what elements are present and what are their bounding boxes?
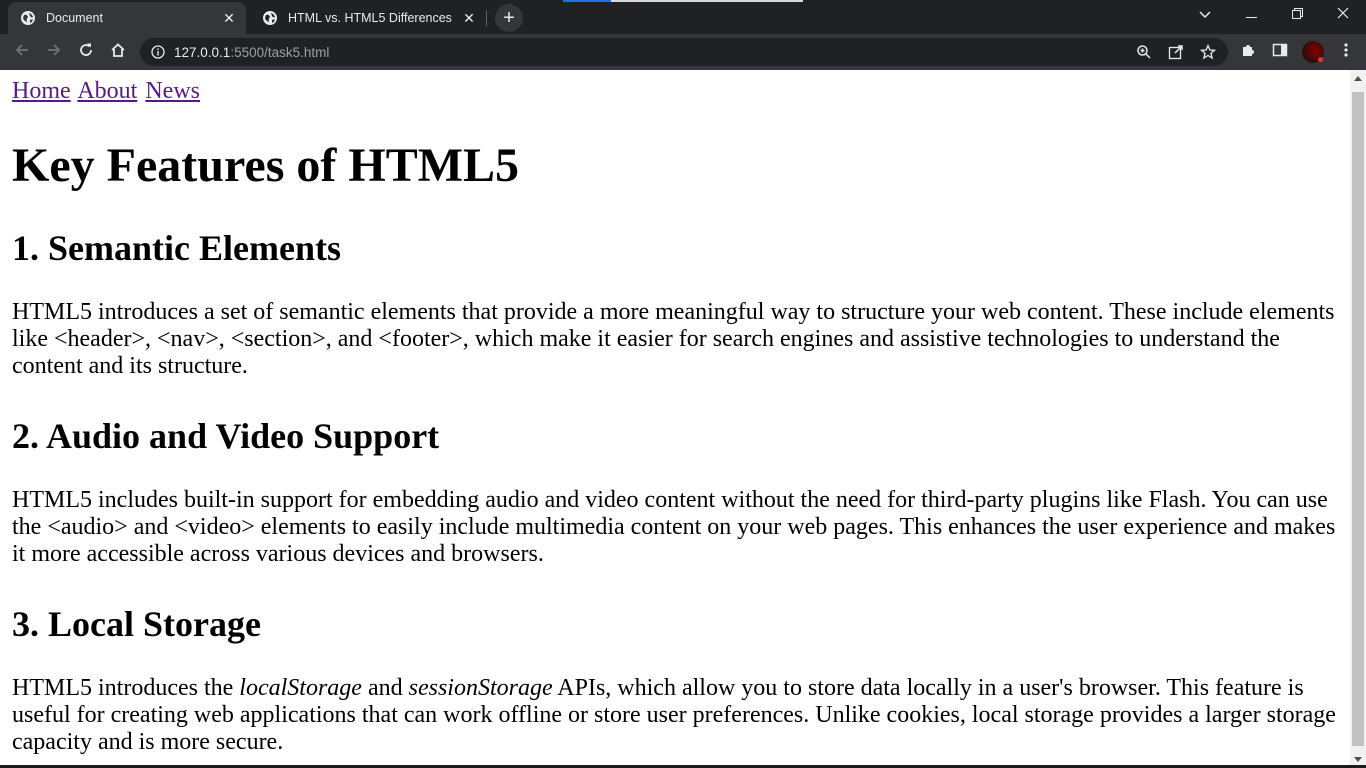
section-semantic-elements: 1. Semantic Elements HTML5 introduces a … <box>12 228 1338 380</box>
vertical-scrollbar[interactable] <box>1350 70 1366 768</box>
tab-html-differences[interactable]: HTML vs. HTML5 Differences ✕ <box>250 2 487 34</box>
close-window-icon <box>1337 6 1349 24</box>
side-panel-icon <box>1272 42 1288 63</box>
url-path: :5500/task5.html <box>230 44 330 60</box>
emphasis-sessionstorage: sessionStorage <box>408 675 553 701</box>
tab-strip: Document ✕ HTML vs. HTML5 Differences ✕ … <box>0 0 1366 34</box>
site-nav: Home About News <box>12 77 1338 105</box>
back-button[interactable] <box>8 38 36 66</box>
extensions-button[interactable] <box>1234 38 1262 66</box>
page-title: Key Features of HTML5 <box>12 139 520 192</box>
restore-button[interactable] <box>1274 0 1320 30</box>
nav-link-about[interactable]: About <box>77 78 137 104</box>
new-tab-button[interactable]: + <box>495 4 523 32</box>
back-icon <box>14 42 30 63</box>
tab-drag-indicator <box>563 0 803 2</box>
url-text: 127.0.0.1:5500/task5.html <box>174 45 329 60</box>
page-viewport: Home About News Key Features of HTML5 1.… <box>0 70 1350 768</box>
scrollbar-thumb[interactable] <box>1352 92 1364 746</box>
reload-button[interactable] <box>72 38 100 66</box>
reload-icon <box>78 42 94 63</box>
section-heading: 3. Local Storage <box>12 604 261 644</box>
section-text: HTML5 introduces the localStorage and se… <box>12 675 1338 756</box>
info-icon[interactable] <box>150 44 166 60</box>
tab-title: Document <box>46 11 103 25</box>
nav-link-home[interactable]: Home <box>12 78 71 104</box>
tab-document[interactable]: Document ✕ <box>8 2 246 34</box>
profile-avatar[interactable] <box>1302 41 1324 63</box>
chevron-down-icon <box>1199 6 1211 24</box>
close-window-button[interactable] <box>1320 0 1366 30</box>
section-local-storage: 3. Local Storage HTML5 introduces the lo… <box>12 604 1338 756</box>
section-text: HTML5 introduces a set of semantic eleme… <box>12 299 1335 379</box>
close-tab-button[interactable]: ✕ <box>220 9 238 27</box>
close-tab-button[interactable]: ✕ <box>460 9 478 27</box>
restore-icon <box>1291 6 1303 24</box>
tab-search-button[interactable] <box>1182 0 1228 30</box>
home-icon <box>110 42 126 63</box>
section-text: HTML5 includes built-in support for embe… <box>12 487 1336 567</box>
forward-icon <box>46 42 62 63</box>
side-panel-button[interactable] <box>1266 38 1294 66</box>
minimize-icon <box>1245 6 1257 24</box>
minimize-button[interactable] <box>1228 0 1274 30</box>
section-heading: 2. Audio and Video Support <box>12 416 440 456</box>
menu-button[interactable] <box>1332 38 1360 66</box>
share-icon[interactable] <box>1164 42 1188 62</box>
text-segment: HTML5 introduces the <box>12 675 240 701</box>
url-host: 127.0.0.1 <box>174 44 231 60</box>
address-bar[interactable]: 127.0.0.1:5500/task5.html <box>140 38 1228 66</box>
extensions-icon <box>1240 42 1256 63</box>
emphasis-localstorage: localStorage <box>239 675 362 701</box>
globe-icon <box>262 10 278 26</box>
forward-button[interactable] <box>40 38 68 66</box>
text-segment: and <box>361 675 409 701</box>
nav-link-news[interactable]: News <box>145 78 200 104</box>
globe-icon <box>20 10 36 26</box>
section-heading: 1. Semantic Elements <box>12 228 341 268</box>
zoom-icon[interactable] <box>1132 42 1156 62</box>
star-icon[interactable] <box>1196 42 1220 62</box>
menu-icon <box>1344 42 1348 63</box>
browser-toolbar: 127.0.0.1:5500/task5.html <box>0 34 1366 70</box>
scroll-up-arrow[interactable] <box>1350 70 1366 87</box>
tab-title: HTML vs. HTML5 Differences <box>288 11 452 25</box>
section-audio-video: 2. Audio and Video Support HTML5 include… <box>12 416 1338 568</box>
home-button[interactable] <box>104 38 132 66</box>
